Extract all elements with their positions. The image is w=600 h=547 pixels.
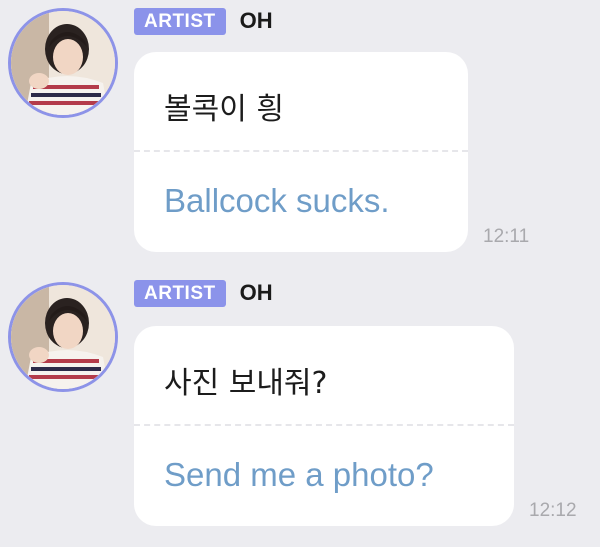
message-header: ARTIST OH <box>134 6 273 36</box>
sender-name[interactable]: OH <box>240 280 273 306</box>
sender-name[interactable]: OH <box>240 8 273 34</box>
original-text: 볼콕이 힁 <box>164 92 284 127</box>
translated-text: Ballcock sucks. <box>164 182 390 219</box>
translation-divider <box>134 424 514 426</box>
avatar-photo-icon <box>11 285 115 389</box>
message-timestamp: 12:11 <box>483 226 530 247</box>
translated-text: Send me a photo? <box>164 456 434 493</box>
avatar-photo-icon <box>11 11 115 115</box>
message-header: ARTIST OH <box>134 278 273 308</box>
message-bubble[interactable]: 볼콕이 힁 Ballcock sucks. <box>134 52 468 252</box>
translation-divider <box>134 150 468 152</box>
chat-window: ARTIST OH 볼콕이 힁 Ballcock sucks. 12:11 AR… <box>0 0 600 547</box>
avatar[interactable] <box>8 282 118 392</box>
original-text: 사진 보내줘? <box>164 366 328 401</box>
avatar[interactable] <box>8 8 118 118</box>
message-row: ARTIST OH 볼콕이 힁 Ballcock sucks. 12:11 <box>0 0 600 270</box>
artist-badge: ARTIST <box>134 7 226 35</box>
message-bubble[interactable]: 사진 보내줘? Send me a photo? <box>134 326 514 526</box>
message-timestamp: 12:12 <box>529 500 577 521</box>
artist-badge: ARTIST <box>134 279 226 307</box>
message-row: ARTIST OH 사진 보내줘? Send me a photo? 12:12 <box>0 274 600 547</box>
